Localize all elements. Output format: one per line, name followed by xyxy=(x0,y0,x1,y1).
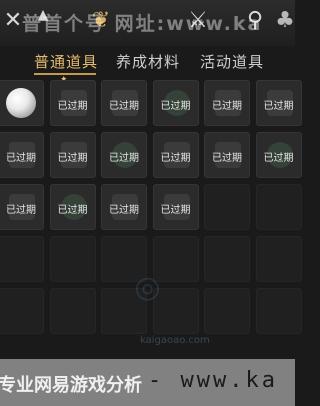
tab-bar: 普通道具 养成材料 活动道具 ✦ xyxy=(0,51,295,85)
tree-icon[interactable]: ♣ xyxy=(272,8,298,34)
inventory-slot[interactable]: 已过期 xyxy=(204,80,250,126)
inventory-slot[interactable]: 已过期 xyxy=(101,80,147,126)
tab-normal-items[interactable]: 普通道具 xyxy=(34,51,98,72)
expired-label: 已过期 xyxy=(57,205,88,216)
expired-label: 已过期 xyxy=(109,205,139,216)
watermark-banner-url: - www.ka xyxy=(148,368,278,393)
pearl-item-icon xyxy=(6,88,36,118)
tab-event-items[interactable]: 活动道具 xyxy=(200,51,264,72)
watermark-banner-text: 专业网易游戏分析 xyxy=(0,375,142,396)
expired-label: 已过期 xyxy=(6,153,36,164)
expired-label: 已过期 xyxy=(160,205,191,216)
inventory-slot[interactable]: 已过期 xyxy=(49,184,96,230)
expired-label: 已过期 xyxy=(109,101,139,112)
tab-growth-materials[interactable]: 养成材料 xyxy=(116,51,180,72)
expired-label: 已过期 xyxy=(57,153,88,164)
expired-label: 已过期 xyxy=(212,101,242,112)
inventory-slot[interactable]: 已过期 xyxy=(49,80,96,126)
inventory-slot[interactable]: 已过期 xyxy=(0,132,44,178)
inventory-slot[interactable]: 已过期 xyxy=(204,132,250,178)
top-bar: ✕ ▲ ❦ ⚔ ⚲ ♣ 普首个号 网址:www.ka xyxy=(0,0,295,46)
expired-label: 已过期 xyxy=(160,101,191,112)
inventory-slot[interactable]: 已过期 xyxy=(101,184,147,230)
inventory-slot[interactable]: 已过期 xyxy=(255,132,302,178)
inventory-slot[interactable]: 已过期 xyxy=(49,132,96,178)
empty-slot xyxy=(255,184,302,230)
inventory-slot[interactable] xyxy=(0,80,44,126)
watermark-logo: ◎ xyxy=(134,270,161,305)
inventory-slot[interactable]: 已过期 xyxy=(101,132,147,178)
inventory-slot[interactable]: 已过期 xyxy=(152,184,199,230)
inventory-slot[interactable]: 已过期 xyxy=(152,132,199,178)
expired-label: 已过期 xyxy=(57,101,88,112)
expired-label: 已过期 xyxy=(6,205,36,216)
watermark-top: 普首个号 网址:www.ka xyxy=(22,13,263,35)
expired-label: 已过期 xyxy=(263,153,294,164)
inventory-slot[interactable]: 已过期 xyxy=(0,184,44,230)
expired-label: 已过期 xyxy=(109,153,139,164)
inventory-slot[interactable]: 已过期 xyxy=(152,80,199,126)
expired-label: 已过期 xyxy=(160,153,191,164)
expired-label: 已过期 xyxy=(263,101,294,112)
expired-label: 已过期 xyxy=(212,153,242,164)
empty-slot xyxy=(204,184,250,230)
watermark-banner: 专业网易游戏分析 - www.ka xyxy=(0,359,295,406)
watermark-url-small: kaigaoao.com xyxy=(140,335,210,346)
inventory-slot[interactable]: 已过期 xyxy=(255,80,302,126)
